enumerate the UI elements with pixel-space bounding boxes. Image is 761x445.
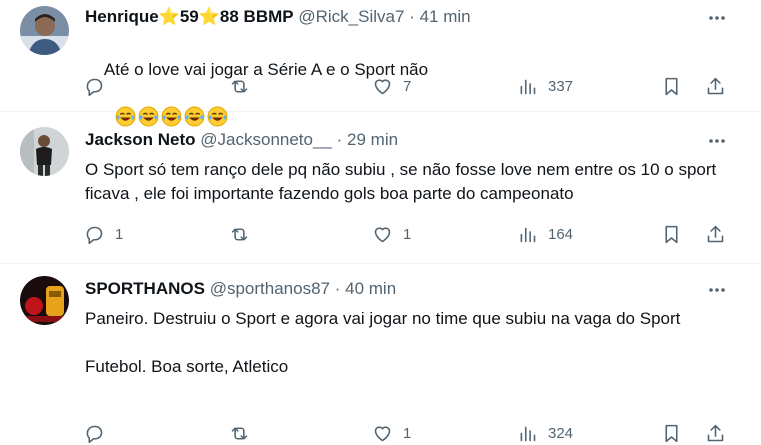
reply-icon	[86, 78, 103, 96]
heart-icon	[374, 226, 391, 242]
views-count: 324	[548, 424, 574, 442]
separator-dot: ·	[334, 279, 341, 298]
reply-1[interactable]: Henrique⭐59⭐88 BBMP @Rick_Silva7 · 41 mi…	[0, 0, 761, 127]
avatar[interactable]	[20, 6, 69, 55]
like-count: 1	[403, 424, 412, 442]
reply-button[interactable]	[84, 422, 115, 444]
share-button[interactable]	[705, 422, 726, 444]
reply-icon	[86, 425, 103, 443]
author-handle[interactable]: @sporthanos87	[210, 279, 330, 298]
bookmark-button[interactable]	[661, 75, 682, 97]
reply-header: Henrique⭐59⭐88 BBMP @Rick_Silva7 · 41 mi…	[85, 7, 471, 27]
author-handle[interactable]: @Jacksonneto__	[200, 130, 332, 149]
views-icon	[520, 426, 536, 441]
repost-button[interactable]	[229, 223, 260, 245]
views-button[interactable]: 337	[517, 75, 573, 97]
share-icon	[707, 77, 724, 94]
like-count: 1	[403, 225, 412, 243]
separator-dot: ·	[409, 7, 415, 26]
like-button[interactable]: 1	[372, 422, 411, 444]
bookmark-icon	[665, 225, 678, 243]
timestamp[interactable]: 29 min	[347, 130, 398, 149]
views-count: 337	[548, 77, 574, 95]
repost-button[interactable]	[229, 75, 260, 97]
views-icon	[520, 227, 536, 242]
timestamp[interactable]: 41 min	[420, 7, 471, 26]
more-button[interactable]	[705, 131, 729, 151]
bookmark-button[interactable]	[661, 422, 682, 444]
share-button[interactable]	[705, 75, 726, 97]
repost-icon	[231, 79, 248, 93]
more-icon	[709, 16, 725, 20]
author-handle[interactable]: @Rick_Silva7	[298, 7, 404, 26]
more-button[interactable]	[705, 280, 729, 300]
reply-3[interactable]: SPORTHANOS @sporthanos87 · 40 min Paneir…	[0, 264, 761, 445]
like-button[interactable]: 7	[372, 75, 411, 97]
reply-button[interactable]	[84, 75, 115, 97]
share-icon	[707, 424, 724, 441]
heart-icon	[374, 425, 391, 441]
action-bar: 1 1 164	[0, 223, 761, 245]
bookmark-icon	[665, 424, 678, 442]
more-icon	[709, 139, 725, 143]
views-count: 164	[548, 225, 574, 243]
reply-count: 1	[115, 225, 124, 243]
reply-icon	[86, 226, 103, 244]
share-button[interactable]	[705, 223, 726, 245]
timestamp[interactable]: 40 min	[345, 279, 396, 298]
repost-icon	[231, 227, 248, 241]
author-name[interactable]: Jackson Neto	[85, 130, 196, 149]
more-button[interactable]	[705, 8, 729, 28]
reply-button[interactable]: 1	[84, 223, 123, 245]
reply-header: SPORTHANOS @sporthanos87 · 40 min	[85, 279, 396, 299]
like-button[interactable]: 1	[372, 223, 411, 245]
bookmark-button[interactable]	[661, 223, 682, 245]
heart-icon	[374, 78, 391, 94]
author-name[interactable]: SPORTHANOS	[85, 279, 205, 298]
repost-icon	[231, 426, 248, 440]
repost-button[interactable]	[229, 422, 260, 444]
avatar[interactable]	[20, 127, 69, 176]
avatar[interactable]	[20, 276, 69, 325]
more-icon	[709, 288, 725, 292]
bookmark-icon	[665, 77, 678, 95]
share-icon	[707, 225, 724, 242]
action-bar: 1 324	[0, 422, 761, 444]
action-bar: 7 337	[0, 75, 761, 97]
reply-text: O Sport só tem ranço dele pq não subiu ,…	[85, 160, 721, 203]
reply-text: Paneiro. Destruiu o Sport e agora vai jo…	[85, 309, 681, 376]
views-button[interactable]: 324	[517, 422, 573, 444]
views-button[interactable]: 164	[517, 223, 573, 245]
like-count: 7	[403, 77, 412, 95]
author-name[interactable]: Henrique⭐59⭐88 BBMP	[85, 7, 294, 26]
reply-header: Jackson Neto @Jacksonneto__ · 29 min	[85, 130, 398, 150]
separator-dot: ·	[336, 130, 343, 149]
reply-2[interactable]: Jackson Neto @Jacksonneto__ · 29 min O S…	[0, 112, 761, 264]
views-icon	[520, 79, 536, 94]
